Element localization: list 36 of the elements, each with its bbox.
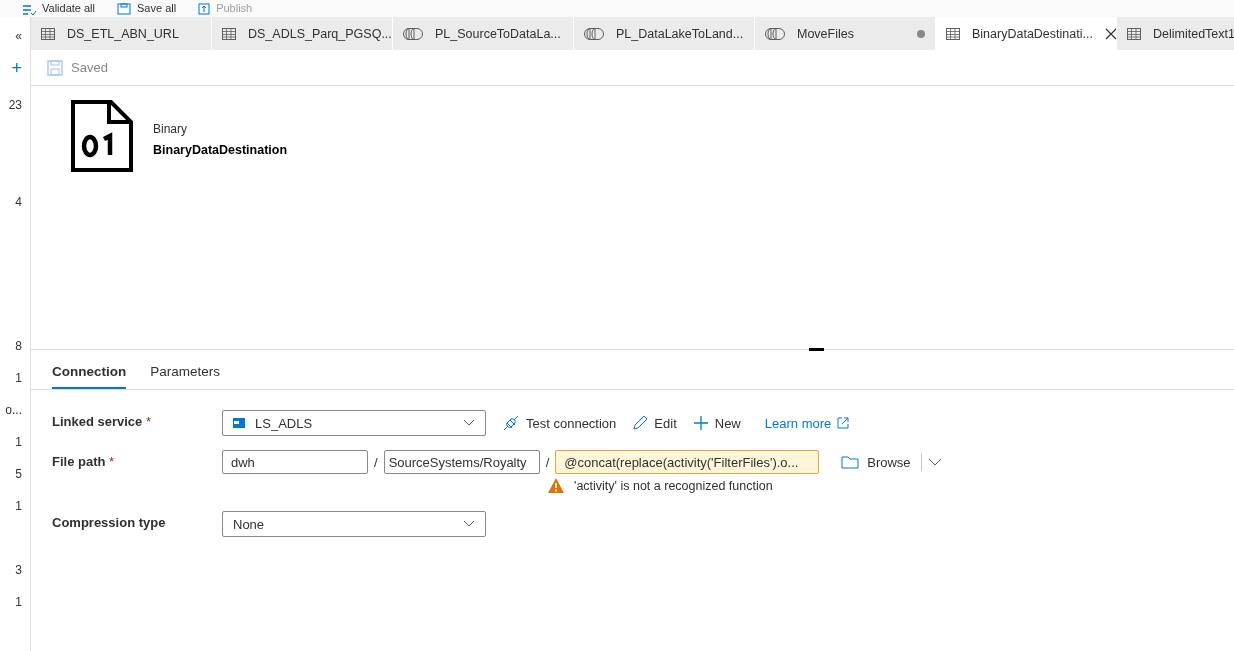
action-button[interactable]: New [692, 415, 741, 431]
toolbar-button[interactable]: Validate all [22, 2, 95, 15]
field-label: File path * [52, 453, 116, 471]
sidebar-item[interactable]: 23 [8, 97, 22, 113]
path-separator: / [374, 454, 378, 470]
toolbar-button[interactable]: Save all [117, 2, 177, 15]
panel-tab[interactable]: Connection [52, 364, 127, 389]
field-label: Linked service * [52, 413, 152, 431]
learn-more-link[interactable]: Learn more [764, 415, 850, 431]
path-field[interactable]: dwh [222, 450, 368, 474]
save-status: Saved [71, 60, 108, 75]
sidebar-item[interactable]: 3 [15, 562, 22, 578]
dataset-name: BinaryDataDestination [153, 143, 288, 157]
path-field[interactable]: @concat(replace(activity('FilterFiles').o... [555, 450, 820, 474]
sidebar-item[interactable]: 1 [15, 594, 22, 610]
sidebar-item[interactable]: 5 [15, 466, 22, 482]
sidebar-item[interactable]: 1 [15, 434, 22, 450]
dataset-type: Binary [153, 122, 188, 136]
browse-button[interactable]: Browse [837, 453, 922, 471]
compression-dropdown[interactable]: None [222, 511, 486, 537]
sidebar-item[interactable]: « [15, 28, 22, 44]
sidebar-item[interactable]: o... [5, 402, 22, 418]
sidebar-item[interactable]: 8 [15, 338, 22, 354]
sidebar-item[interactable]: 1 [15, 498, 22, 514]
error-message: 'activity' is not a recognized function [574, 478, 773, 493]
linked-service-dropdown[interactable]: LS_ADLS [222, 410, 486, 436]
action-button[interactable]: Edit [632, 415, 677, 431]
action-button[interactable]: Test connection [502, 415, 617, 431]
sidebar-item[interactable]: 4 [15, 194, 22, 210]
panel-tab[interactable]: Parameters [150, 364, 221, 389]
sidebar-item[interactable]: 1 [15, 370, 22, 386]
tab[interactable]: BinaryDataDestinati... [936, 17, 1117, 50]
sidebar-item[interactable]: + [11, 60, 22, 76]
path-field[interactable]: SourceSystems/Royalty [383, 450, 540, 474]
field-label: Compression type [52, 514, 167, 532]
path-separator: / [545, 454, 550, 470]
